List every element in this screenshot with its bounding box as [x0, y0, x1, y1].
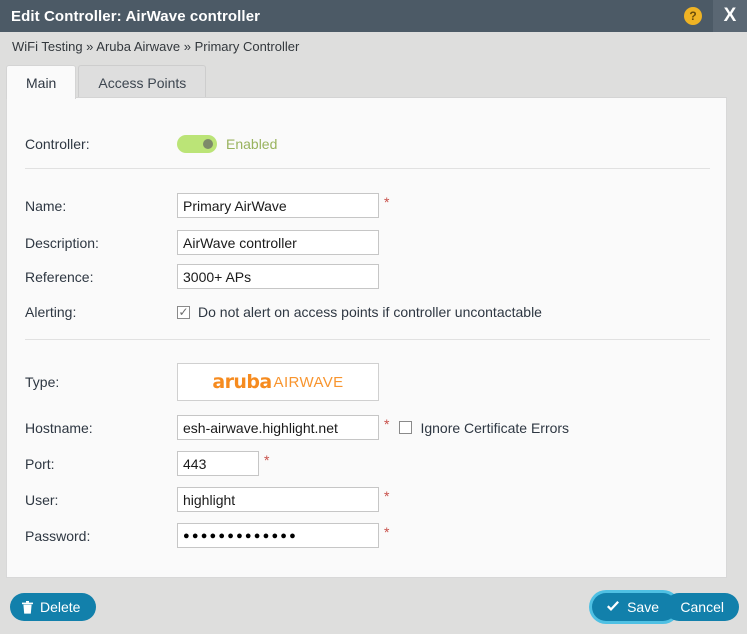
alerting-checkbox-label: Do not alert on access points if control… [198, 304, 542, 320]
row-user: User: * [7, 486, 728, 513]
row-password: Password: * [7, 522, 728, 549]
row-type: Type: aruba AIRWAVE [7, 362, 728, 402]
controller-toggle[interactable] [177, 135, 217, 153]
reference-input[interactable] [177, 264, 379, 289]
user-input[interactable] [177, 487, 379, 512]
tab-bar: Main Access Points [6, 63, 727, 99]
tab-access-points[interactable]: Access Points [78, 65, 207, 99]
port-label: Port: [25, 455, 55, 472]
user-required-asterisk: * [384, 488, 390, 504]
save-button-label: Save [627, 599, 659, 615]
port-required-asterisk: * [264, 452, 270, 468]
controller-label: Controller: [25, 136, 90, 152]
row-controller: Controller: Enabled [7, 132, 728, 156]
hostname-input[interactable] [177, 415, 379, 440]
tab-main[interactable]: Main [6, 65, 77, 99]
type-label: Type: [25, 374, 60, 390]
alerting-checkbox[interactable]: ✓ [177, 304, 190, 319]
name-required-asterisk: * [384, 194, 390, 210]
dialog-footer: Delete Save Cancel [0, 580, 747, 634]
password-required-asterisk: * [384, 524, 390, 540]
alerting-label: Alerting: [25, 304, 77, 320]
name-label: Name: [25, 197, 67, 214]
delete-button[interactable]: Delete [10, 593, 97, 621]
ignore-cert-errors-label: Ignore Certificate Errors [420, 419, 570, 436]
divider-top [25, 168, 710, 169]
window-title: Edit Controller: AirWave controller [11, 7, 261, 25]
row-description: Description: [7, 229, 728, 256]
trash-icon [22, 600, 33, 614]
hostname-required-asterisk: * [384, 416, 390, 432]
check-icon [606, 601, 620, 613]
checkmark-icon: ✓ [178, 304, 189, 319]
window-titlebar: Edit Controller: AirWave controller ? X [0, 0, 747, 32]
help-icon[interactable]: ? [684, 7, 702, 25]
row-alerting: Alerting: ✓ Do not alert on access point… [7, 302, 728, 322]
row-name: Name: * [7, 192, 728, 219]
cancel-button[interactable]: Cancel [665, 593, 739, 621]
form-panel: Controller: Enabled Name: * Description:… [6, 97, 727, 578]
description-label: Description: [25, 234, 99, 251]
save-button[interactable]: Save [592, 593, 677, 621]
port-input[interactable] [177, 451, 259, 476]
name-input[interactable] [177, 193, 379, 218]
logo-aruba-text: aruba [212, 371, 272, 393]
hostname-label: Hostname: [25, 419, 93, 436]
delete-button-label: Delete [40, 599, 81, 615]
divider-bottom [25, 339, 710, 340]
close-icon[interactable]: X [713, 0, 747, 32]
logo-airwave-text: AIRWAVE [273, 373, 344, 391]
right-gutter [727, 32, 747, 580]
aruba-airwave-logo[interactable]: aruba AIRWAVE [177, 363, 379, 401]
row-reference: Reference: [7, 263, 728, 290]
user-label: User: [25, 491, 59, 508]
edit-controller-dialog: Edit Controller: AirWave controller ? X … [0, 0, 747, 634]
cancel-button-label: Cancel [680, 599, 724, 615]
row-hostname: Hostname: * Ignore Certificate Errors [7, 414, 728, 441]
password-label: Password: [25, 527, 91, 544]
ignore-cert-errors-checkbox[interactable] [399, 421, 413, 434]
toggle-knob [203, 139, 213, 149]
breadcrumb: WiFi Testing » Aruba Airwave » Primary C… [0, 32, 747, 61]
password-input[interactable] [177, 523, 379, 548]
row-port: Port: * [7, 450, 728, 477]
description-input[interactable] [177, 230, 379, 255]
controller-state-label: Enabled [226, 136, 278, 152]
reference-label: Reference: [25, 268, 94, 285]
